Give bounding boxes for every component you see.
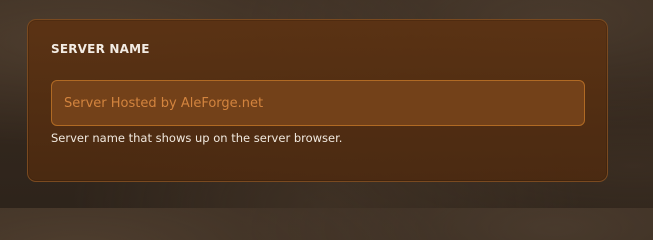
server-name-input[interactable] [51, 80, 585, 126]
server-name-panel: SERVER NAME Server name that shows up on… [27, 19, 608, 182]
server-name-label: SERVER NAME [51, 42, 150, 56]
server-name-help-text: Server name that shows up on the server … [51, 131, 343, 145]
